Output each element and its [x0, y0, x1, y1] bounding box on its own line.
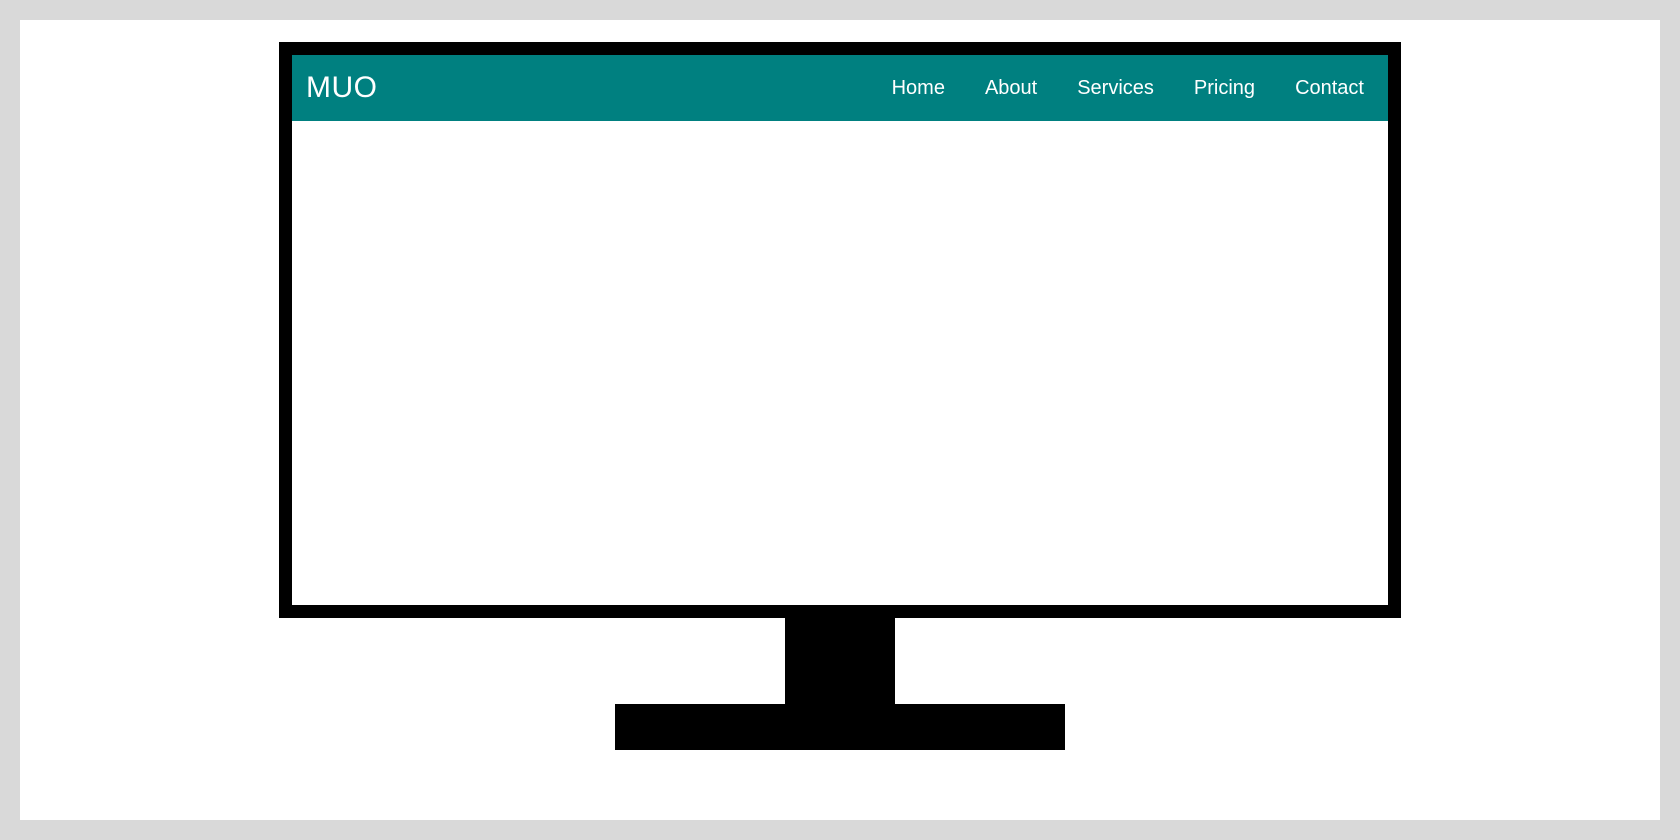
navbar: MUO Home About Services Pricing Contact	[292, 55, 1388, 121]
nav-link-pricing[interactable]: Pricing	[1194, 77, 1255, 100]
monitor-neck	[785, 618, 895, 704]
page-canvas: MUO Home About Services Pricing Contact	[20, 20, 1660, 820]
page-content	[292, 121, 1388, 605]
nav-link-about[interactable]: About	[985, 77, 1037, 100]
monitor: MUO Home About Services Pricing Contact	[279, 42, 1401, 750]
nav-link-services[interactable]: Services	[1077, 77, 1154, 100]
monitor-frame: MUO Home About Services Pricing Contact	[279, 42, 1401, 618]
monitor-screen: MUO Home About Services Pricing Contact	[292, 55, 1388, 605]
nav-link-home[interactable]: Home	[892, 77, 945, 100]
brand-logo[interactable]: MUO	[306, 71, 378, 105]
monitor-base	[615, 704, 1065, 750]
nav-links: Home About Services Pricing Contact	[892, 77, 1364, 100]
nav-link-contact[interactable]: Contact	[1295, 77, 1364, 100]
